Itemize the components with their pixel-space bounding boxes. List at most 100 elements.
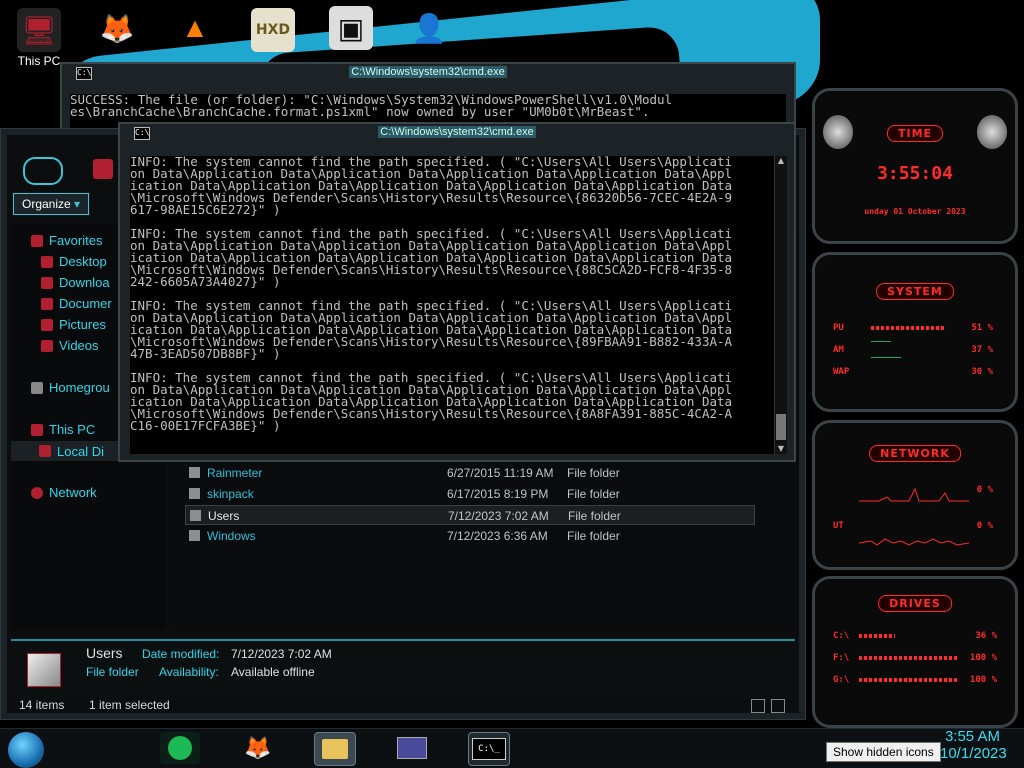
desktop-icon-vlc[interactable]: ▲ [160,6,230,50]
alien-head-icon [823,115,853,149]
details-date-label: Date modified: [142,647,220,661]
drive-g-value: 100 % [969,675,997,685]
homegroup-icon [31,381,43,394]
drive-f-value: 100 % [969,653,997,663]
large-icons-view-icon[interactable] [771,699,785,713]
app-window-icon: ▣ [329,6,373,50]
status-item-count: 14 items [19,698,65,712]
nav-label: Downloa [59,275,110,290]
nav-label: Documer [59,296,112,311]
file-type: File folder [567,466,620,480]
desktop-icon-user[interactable]: 👤 [394,6,464,50]
nav-label: Network [49,485,97,500]
swap-line [871,357,901,358]
drive-icon [39,445,51,457]
scrollbar-thumb[interactable] [776,414,786,440]
cmd-window-title: C:\Windows\system32\cmd.exe [62,66,794,82]
network-graph [859,487,969,546]
taskbar-app-notes[interactable] [160,732,200,764]
file-date: 7/12/2023 7:02 AM [448,509,549,523]
desktop-icon-hxd[interactable]: HXD [238,8,308,52]
cpu-bar [871,326,946,330]
status-bar: 14 items 1 item selected [11,698,795,715]
table-row[interactable]: skinpack 6/17/2015 8:19 PM File folder [185,484,755,504]
desktop: 🖥 This PC 🦊 ▲ HXD ▣ 👤 C:\ C:\Windows\sys… [0,0,1024,768]
nav-favorites[interactable]: Favorites [31,233,102,248]
cmd-icon: C:\_ [472,738,506,760]
nav-label: Videos [59,338,99,353]
taskbar-app-explorer[interactable] [314,732,356,766]
nav-homegroup[interactable]: Homegrou [31,380,110,395]
taskbar-app-control-panel[interactable] [392,732,432,764]
file-name: Rainmeter [207,466,263,480]
gadget-title: SYSTEM [876,283,954,300]
table-row[interactable]: Windows 7/12/2023 6:36 AM File folder [185,526,755,546]
vertical-scrollbar[interactable]: ▲ ▼ [774,156,787,454]
drive-f-label: F:\ [833,653,850,663]
scroll-up-arrow-icon[interactable]: ▲ [775,156,787,166]
file-type: File folder [568,509,621,523]
ram-line [871,341,891,342]
net-out-value: 0 % [976,521,993,531]
net-in-value: 0 % [976,485,993,495]
drive-c-bar [859,634,895,638]
computer-icon: 🖥 [17,8,61,52]
table-row[interactable]: Rainmeter 6/27/2015 11:19 AM File folder [185,463,755,483]
gadget-title: DRIVES [878,595,952,612]
folder-icon [322,739,348,759]
file-date: 6/27/2015 11:19 AM [447,466,554,480]
cmd-title-text: C:\Windows\system32\cmd.exe [349,66,507,78]
table-row-selected[interactable]: Users 7/12/2023 7:02 AM File folder [185,505,755,525]
net-out-label: UT [833,521,844,531]
file-type: File folder [567,529,620,543]
file-name: skinpack [207,487,254,501]
cpu-label: PU [833,323,844,333]
nav-label: This PC [49,422,96,437]
status-selection: 1 item selected [89,698,170,712]
folder-icon [189,488,200,499]
start-orb-button[interactable] [8,732,44,768]
back-button[interactable] [23,157,63,185]
details-pane: Users File folder Date modified: 7/12/20… [11,639,795,699]
clock-date: 10/1/2023 [940,745,1007,762]
desktop-icon-this-pc[interactable]: 🖥 This PC [4,8,74,68]
nav-label: Homegrou [49,380,110,395]
taskbar-app-firefox[interactable]: 🦊 [238,732,278,764]
desktop-icon-firefox[interactable]: 🦊 [82,6,152,50]
taskbar-clock[interactable]: 3:55 AM 10/1/2023 [940,728,1007,762]
doctor-user-icon: 👤 [411,12,447,44]
folder-large-icon [27,653,61,687]
folder-location-icon [93,159,113,179]
nav-pictures[interactable]: Pictures [41,317,106,332]
drive-f-bar [859,656,959,660]
nav-this-pc[interactable]: This PC [31,422,95,437]
system-gadget: SYSTEM PU 51 % AM 37 % WAP 30 % [812,252,1018,412]
details-view-icon[interactable] [751,699,765,713]
clock-time: 3:55 AM [944,728,1000,745]
cmd-window-front[interactable]: C:\ C:\Windows\system32\cmd.exe INFO: Th… [118,122,796,462]
folder-icon [189,530,200,541]
notes-app-icon [168,736,192,760]
nav-videos[interactable]: Videos [41,338,99,353]
taskbar-app-cmd[interactable]: C:\_ [468,732,510,766]
drive-c-value: 36 % [975,631,997,641]
control-panel-icon [397,737,427,759]
folder-icon [190,510,201,521]
nav-desktop[interactable]: Desktop [41,254,107,269]
nav-network[interactable]: Network [31,485,97,500]
scroll-down-arrow-icon[interactable]: ▼ [775,444,787,454]
nav-documents[interactable]: Documer [41,296,112,311]
nav-downloads[interactable]: Downloa [41,275,110,290]
cmd-output: INFO: The system cannot find the path sp… [130,156,774,454]
ram-label: AM [833,345,844,355]
details-date-value: 7/12/2023 7:02 AM [231,647,332,661]
organize-button[interactable]: Organize ▾ [13,193,90,215]
desktop-icon [41,255,53,268]
cmd-title-text: C:\Windows\system32\cmd.exe [378,126,536,138]
nav-label: Desktop [59,254,107,269]
swap-value: 30 % [971,367,993,377]
nav-label: Favorites [49,233,103,248]
desktop-icon-app[interactable]: ▣ [316,6,386,50]
document-icon [41,297,53,310]
drive-g-label: G:\ [833,675,850,685]
